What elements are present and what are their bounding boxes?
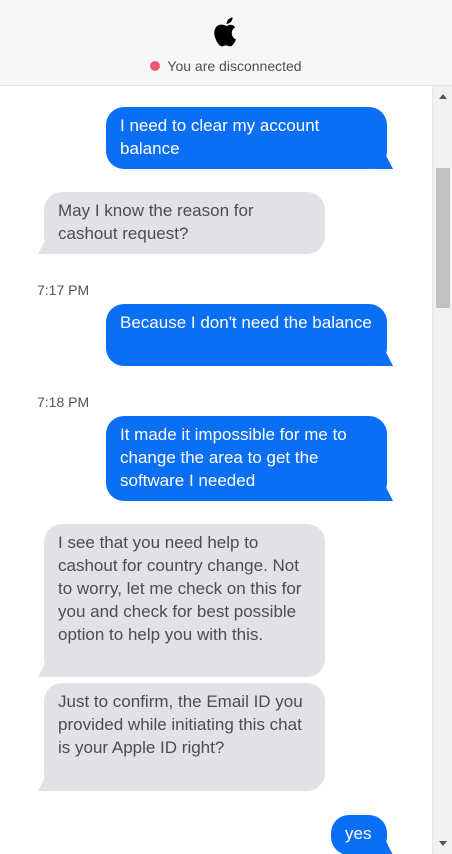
message-bubble-agent: I see that you need help to cashout for … <box>44 524 325 677</box>
connection-status: You are disconnected <box>0 58 452 74</box>
scrollbar-thumb[interactable] <box>436 168 450 308</box>
message-bubble-user: It made it impossible for me to change t… <box>106 416 387 501</box>
timestamp: 7:17 PM <box>37 282 90 298</box>
apple-logo-icon <box>214 17 236 47</box>
message-bubble-agent: Just to confirm, the Email ID you provid… <box>44 683 325 791</box>
chat-header: You are disconnected <box>0 0 452 86</box>
message-bubble-agent: May I know the reason for cashout reques… <box>44 192 325 254</box>
chat-transcript[interactable]: I need to clear my account balance May I… <box>0 86 432 854</box>
message-bubble-user: Because I don't need the balance <box>106 304 387 366</box>
chat-scrollbar[interactable] <box>432 86 452 854</box>
scroll-down-arrow-icon[interactable] <box>439 841 447 846</box>
message-bubble-user: yes <box>331 815 387 854</box>
timestamp: 7:18 PM <box>37 394 90 410</box>
message-bubble-user: I need to clear my account balance <box>106 107 387 169</box>
scroll-up-arrow-icon[interactable] <box>439 94 447 99</box>
status-text: You are disconnected <box>167 58 302 74</box>
disconnected-dot-icon <box>150 61 161 71</box>
